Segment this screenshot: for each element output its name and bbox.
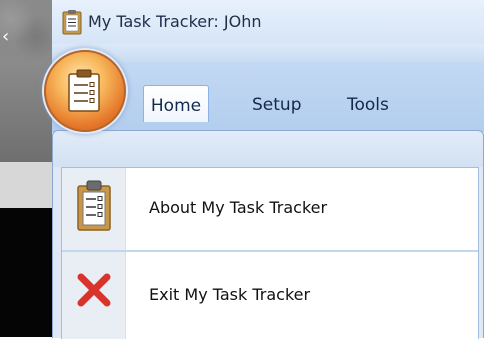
close-x-icon: [77, 273, 111, 307]
window-title: My Task Tracker: JOhn: [88, 12, 262, 31]
background-window-titlebar: ‹: [0, 0, 52, 62]
application-menu: About My Task Tracker Exit My Task Track…: [52, 130, 484, 339]
chevron-left-icon: ‹: [2, 26, 10, 47]
tab-tools[interactable]: Tools: [337, 85, 399, 121]
tab-home[interactable]: Home: [143, 85, 209, 122]
application-button[interactable]: [44, 50, 126, 132]
application-menu-header: [53, 131, 483, 167]
background-window-panel: st: [0, 162, 52, 337]
clipboard-icon: [77, 180, 111, 231]
background-window-toolbar: ■■: [0, 62, 52, 183]
clipboard-icon: [68, 69, 100, 112]
clipboard-icon: [62, 10, 82, 35]
menu-item-about[interactable]: About My Task Tracker: [62, 168, 478, 252]
menu-item-exit[interactable]: Exit My Task Tracker: [62, 252, 478, 334]
application-menu-panel: About My Task Tracker Exit My Task Track…: [61, 167, 479, 339]
menu-item-about-label: About My Task Tracker: [149, 198, 328, 217]
quick-access-toolbar: [52, 44, 484, 62]
menu-item-exit-label: Exit My Task Tracker: [149, 285, 311, 304]
app-window: My Task Tracker: JOhn Home Setup Tools A…: [44, 0, 484, 339]
background-window-content: [0, 208, 52, 337]
title-bar[interactable]: My Task Tracker: JOhn: [52, 0, 484, 44]
tab-setup[interactable]: Setup: [242, 85, 311, 121]
background-window: ‹ ■■ st: [0, 0, 52, 337]
